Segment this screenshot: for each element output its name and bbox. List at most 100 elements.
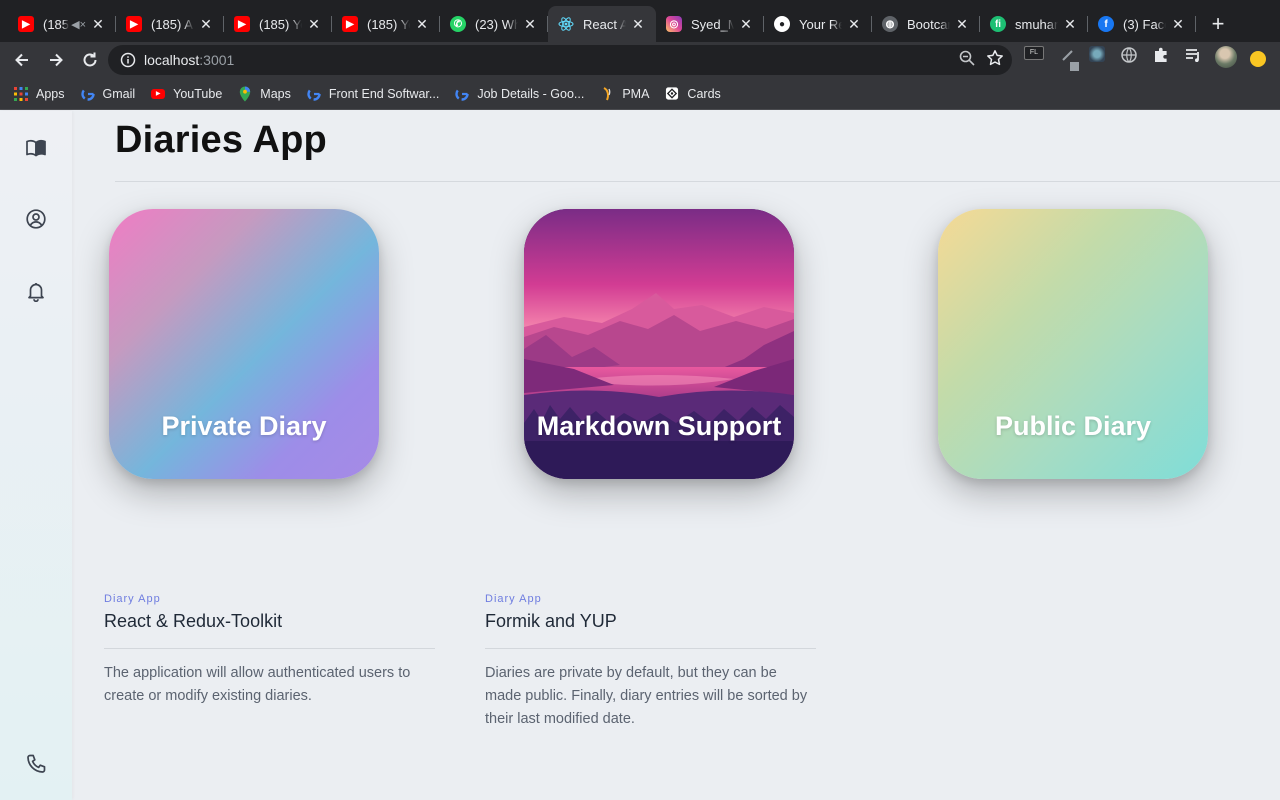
bookmark-front-end[interactable]: Front End Softwar... (307, 87, 439, 101)
google-icon (80, 86, 95, 101)
forward-button[interactable] (40, 44, 72, 76)
feature-heading: React & Redux-Toolkit (104, 611, 283, 631)
bookmark-gmail[interactable]: Gmail (80, 86, 136, 101)
bookmark-label: Cards (687, 86, 721, 101)
bookmark-pma[interactable]: PMA (600, 87, 649, 101)
card-markdown-support[interactable]: Markdown Support (524, 209, 794, 479)
feature-heading: Formik and YUP (485, 611, 617, 631)
bookmark-label: PMA (622, 86, 650, 101)
card-label: Markdown Support (536, 411, 782, 441)
reload-button[interactable] (74, 44, 106, 76)
browser-tab[interactable]: ▶ (185) YouTube ◀× ✕ (8, 6, 116, 42)
browser-tab[interactable]: fi smuhammad ✕ (980, 6, 1088, 42)
profile-status-icon[interactable] (1250, 51, 1266, 67)
browser-tab[interactable]: ▶ (185) YouTube ✕ (332, 6, 440, 42)
new-tab-button[interactable]: + (1200, 6, 1236, 42)
bookmark-apps[interactable]: Apps (14, 86, 65, 101)
close-tab-icon[interactable]: ✕ (198, 16, 214, 33)
extension-pen-icon[interactable] (1060, 46, 1080, 72)
maps-icon (238, 86, 252, 101)
browser-tab[interactable]: ▶ (185) AI ✕ (116, 6, 224, 42)
url-host: localhost (144, 52, 200, 68)
bookmark-label: YouTube (173, 86, 223, 101)
phone-icon[interactable] (25, 753, 47, 775)
browser-toolbar: localhost:3001 FL (0, 42, 1280, 78)
arrow-left-icon (15, 53, 28, 67)
close-tab-icon[interactable]: ✕ (306, 16, 322, 33)
youtube-icon: ▶ (18, 16, 34, 32)
close-tab-icon[interactable]: ✕ (954, 16, 970, 33)
app-sidebar (0, 111, 72, 800)
feature-description: Diaries are private by default, but they… (485, 665, 808, 727)
close-tab-icon[interactable]: ✕ (414, 16, 430, 33)
google-icon (455, 86, 470, 101)
tab-title: (185) YouTube (367, 16, 410, 32)
bookmark-cards[interactable]: Cards (665, 86, 721, 101)
card-label: Public Diary (994, 411, 1152, 441)
extensions-puzzle-icon[interactable] (1152, 46, 1170, 64)
bell-icon[interactable] (25, 280, 47, 303)
profile-avatar[interactable] (1215, 46, 1237, 68)
info-icon[interactable] (120, 52, 136, 68)
close-tab-icon[interactable]: ✕ (1170, 16, 1186, 33)
address-bar[interactable]: localhost:3001 (108, 45, 1012, 75)
bookmark-youtube[interactable]: ▶ YouTube (151, 87, 222, 101)
star-icon[interactable] (986, 49, 1004, 67)
close-tab-icon[interactable]: ✕ (90, 16, 106, 33)
page-title: Diaries App (115, 119, 327, 161)
url-port: :3001 (199, 52, 235, 68)
card-label: Private Diary (161, 411, 327, 441)
cards-icon (665, 87, 679, 101)
book-open-icon[interactable] (25, 137, 47, 159)
reading-list-icon[interactable] (1184, 46, 1202, 64)
globe-icon: ◍ (882, 16, 898, 32)
bookmark-maps[interactable]: Maps (238, 86, 291, 101)
browser-tab[interactable]: ▶ (185) YouTube ✕ (224, 6, 332, 42)
back-button[interactable] (6, 44, 38, 76)
youtube-icon: ▶ (151, 87, 166, 101)
browser-tab[interactable]: ✆ (23) WhatsApp ✕ (440, 6, 548, 42)
user-circle-icon[interactable] (25, 208, 47, 230)
tab-title: (185) AI (151, 16, 194, 32)
feature-divider (485, 648, 816, 649)
tab-title: (3) Facebook (1123, 16, 1166, 32)
browser-tab[interactable]: f (3) Facebook ✕ (1088, 6, 1196, 42)
bookmark-label: Gmail (102, 86, 136, 101)
card-private-diary[interactable]: Private Diary (109, 209, 379, 479)
extension-camera-icon[interactable] (1089, 46, 1105, 62)
card-public-diary[interactable]: Public Diary (938, 209, 1208, 479)
browser-tab[interactable]: ◍ Bootcamp ✕ (872, 6, 980, 42)
extension-fl-icon[interactable]: FL (1024, 46, 1044, 60)
zoom-icon[interactable] (958, 49, 976, 67)
apps-grid-icon (14, 86, 28, 101)
tab-title: Syed_M (691, 16, 734, 32)
youtube-icon: ▶ (342, 16, 358, 32)
browser-tab[interactable]: ● Your Repositories ✕ (764, 6, 872, 42)
extension-globe-icon[interactable] (1120, 46, 1138, 64)
tab-title: React App (583, 16, 626, 32)
close-tab-icon[interactable]: ✕ (846, 16, 862, 33)
title-divider (115, 181, 1280, 182)
browser-tab[interactable]: ◎ Syed_M ✕ (656, 6, 764, 42)
reload-icon (83, 52, 97, 67)
github-icon: ● (774, 16, 790, 32)
feature-eyebrow: Diary App (104, 593, 161, 605)
feature-block: Diary App Formik and YUP Diaries are pri… (485, 593, 816, 731)
tab-title: (23) WhatsApp (475, 16, 518, 32)
close-tab-icon[interactable]: ✕ (522, 16, 538, 33)
facebook-icon: f (1098, 16, 1114, 32)
tab-title: Bootcamp (907, 16, 950, 32)
tab-title: Your Repositories (799, 16, 842, 32)
bookmark-job-details[interactable]: Job Details - Goo... (455, 87, 584, 101)
speaker-muted-icon[interactable]: ◀× (71, 18, 86, 31)
close-tab-icon[interactable]: ✕ (630, 16, 646, 33)
close-tab-icon[interactable]: ✕ (1062, 16, 1078, 33)
feature-description: The application will allow authenticated… (104, 665, 411, 704)
instagram-icon: ◎ (666, 16, 682, 32)
close-tab-icon[interactable]: ✕ (738, 16, 754, 33)
feature-block: Diary App React & Redux-Toolkit The appl… (104, 593, 435, 708)
browser-tab-active[interactable]: React App ✕ (548, 6, 656, 42)
browser-tab-strip: ▶ (185) YouTube ◀× ✕ ▶ (185) AI ✕ ▶ (185… (0, 0, 1280, 42)
whatsapp-icon: ✆ (450, 16, 466, 32)
bookmark-label: Apps (36, 86, 65, 101)
